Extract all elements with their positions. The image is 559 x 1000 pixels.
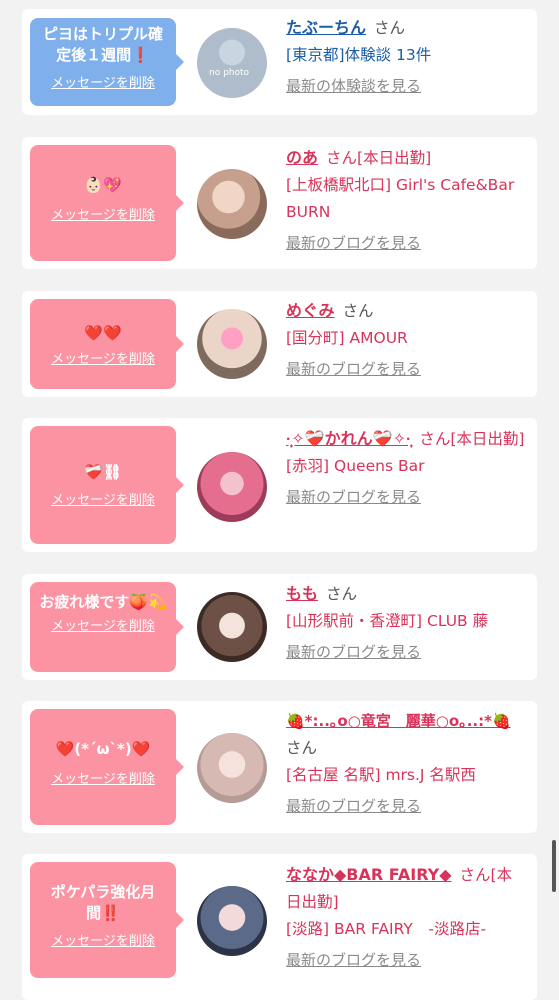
delete-message-link[interactable]: メッセージを削除 — [36, 768, 170, 787]
location-text: [東京都]体験談 13件 — [286, 46, 432, 64]
member-name[interactable]: 🍓*:..｡o○竜宮 麗華○o｡..:*🍓 — [286, 712, 511, 730]
latest-link[interactable]: 最新のブログを見る — [286, 484, 526, 511]
delete-message-link[interactable]: メッセージを削除 — [36, 72, 170, 91]
delete-message-link[interactable]: メッセージを削除 — [36, 615, 170, 634]
latest-link[interactable]: 最新の体験談を見る — [286, 73, 526, 100]
list-item: ピヨはトリプル確定後１週間❗️ メッセージを削除 no photo たぶーちんさ… — [22, 9, 537, 115]
location-text: [上板橋駅北口] Girl's Cafe&Bar BURN — [286, 176, 515, 221]
name-suffix: さん — [286, 739, 318, 757]
delete-message-link[interactable]: メッセージを削除 — [36, 489, 170, 508]
latest-link[interactable]: 最新のブログを見る — [286, 793, 526, 820]
list-item: 👶🏻💖 メッセージを削除 のあ さん[本日出勤] [上板橋駅北口] Girl's … — [22, 137, 537, 269]
avatar[interactable] — [197, 452, 267, 522]
scrollbar[interactable] — [552, 840, 556, 892]
member-name[interactable]: めぐみ — [286, 301, 334, 320]
avatar[interactable] — [197, 309, 267, 379]
latest-link[interactable]: 最新のブログを見る — [286, 356, 526, 383]
location-text: [淡路] BAR FAIRY -淡路店- — [286, 920, 487, 938]
message-text: お疲れ様です🍑💫 — [39, 593, 167, 611]
message-text: 👶🏻💖 — [84, 176, 122, 194]
avatar[interactable] — [197, 592, 267, 662]
name-suffix: さん[本日出勤] — [326, 149, 432, 167]
list-item: お疲れ様です🍑💫 メッセージを削除 もも さん [山形駅前・香澄町] CLUB 藤… — [22, 574, 537, 680]
location-text: [山形駅前・香澄町] CLUB 藤 — [286, 612, 489, 630]
item-info: ななか◆BAR FAIRY◆ さん[本日出勤] [淡路] BAR FAIRY -淡… — [286, 861, 526, 974]
location-text: [赤羽] Queens Bar — [286, 457, 425, 475]
delete-message-link[interactable]: メッセージを削除 — [36, 930, 170, 949]
member-name[interactable]: のあ — [286, 148, 318, 167]
message-text: ❤️‍🩹⛓ — [84, 463, 122, 481]
message-bubble: ❤️(*´ω`*)❤️ メッセージを削除 — [30, 709, 184, 825]
message-bubble: ピヨはトリプル確定後１週間❗️ メッセージを削除 — [30, 18, 184, 106]
delete-message-link[interactable]: メッセージを削除 — [36, 348, 170, 367]
list-item: ❤️❤️ メッセージを削除 めぐみ さん [国分町] AMOUR 最新のブログを見… — [22, 291, 537, 397]
avatar[interactable] — [197, 733, 267, 803]
message-bubble: ❤️‍🩹⛓ メッセージを削除 — [30, 426, 184, 544]
member-name[interactable]: たぶーちん — [286, 18, 366, 37]
name-suffix: さん — [374, 19, 406, 37]
location-text: [国分町] AMOUR — [286, 329, 408, 347]
item-info: めぐみ さん [国分町] AMOUR 最新のブログを見る — [286, 297, 526, 383]
delete-message-link[interactable]: メッセージを削除 — [36, 204, 170, 223]
latest-link[interactable]: 最新のブログを見る — [286, 947, 526, 974]
name-suffix: さん[本日出勤] — [419, 430, 525, 448]
message-bubble: お疲れ様です🍑💫 メッセージを削除 — [30, 582, 184, 672]
name-suffix: さん — [342, 302, 374, 320]
location-text: [名古屋 名駅] mrs.J 名駅西 — [286, 766, 476, 784]
item-info: ·̩͙✧❤️‍🩹かれん❤️‍🩹✧·̩͙ さん[本日出勤] [赤羽] Queens … — [286, 425, 526, 511]
item-info: たぶーちん さん [東京都]体験談 13件 最新の体験談を見る — [286, 14, 526, 100]
member-name[interactable]: ·̩͙✧❤️‍🩹かれん❤️‍🩹✧·̩͙ — [286, 429, 411, 448]
item-info: 🍓*:..｡o○竜宮 麗華○o｡..:*🍓 さん [名古屋 名駅] mrs.J … — [286, 708, 526, 820]
avatar[interactable] — [197, 886, 267, 956]
message-bubble: 👶🏻💖 メッセージを削除 — [30, 145, 184, 261]
item-info: のあ さん[本日出勤] [上板橋駅北口] Girl's Cafe&Bar BURN… — [286, 144, 526, 257]
avatar[interactable] — [197, 169, 267, 239]
message-bubble: ❤️❤️ メッセージを削除 — [30, 299, 184, 389]
no-photo-label: no photo — [209, 68, 250, 78]
message-text: ❤️❤️ — [84, 324, 122, 342]
name-suffix: さん — [326, 585, 358, 603]
item-info: もも さん [山形駅前・香澄町] CLUB 藤 最新のブログを見る — [286, 580, 526, 666]
latest-link[interactable]: 最新のブログを見る — [286, 230, 526, 257]
message-text: ❤️(*´ω`*)❤️ — [55, 740, 151, 758]
avatar[interactable]: no photo — [197, 28, 267, 98]
list-item: ❤️‍🩹⛓ メッセージを削除 ·̩͙✧❤️‍🩹かれん❤️‍🩹✧·̩͙ さん[本日出… — [22, 418, 537, 552]
message-bubble: ポケパラ強化月間‼️ メッセージを削除 — [30, 862, 184, 978]
list-item: ポケパラ強化月間‼️ メッセージを削除 ななか◆BAR FAIRY◆ さん[本日出… — [22, 854, 537, 1000]
message-text: ポケパラ強化月間‼️ — [50, 883, 156, 922]
message-text: ピヨはトリプル確定後１週間❗️ — [42, 25, 163, 64]
latest-link[interactable]: 最新のブログを見る — [286, 639, 526, 666]
member-name[interactable]: もも — [286, 584, 318, 603]
member-name[interactable]: ななか◆BAR FAIRY◆ — [286, 865, 452, 884]
list-item: ❤️(*´ω`*)❤️ メッセージを削除 🍓*:..｡o○竜宮 麗華○o｡..:… — [22, 701, 537, 833]
